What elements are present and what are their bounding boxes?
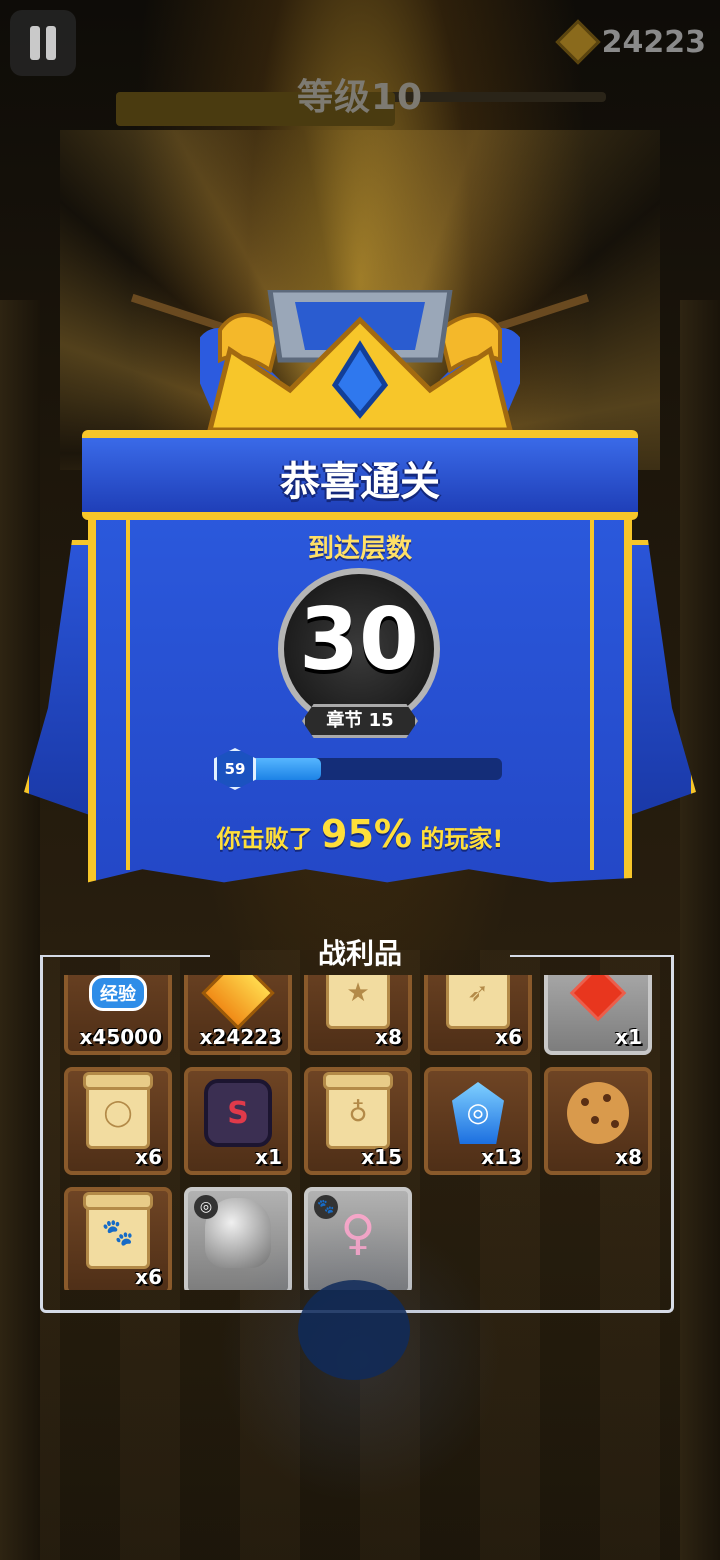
loot-item-count: x45000: [79, 1025, 162, 1049]
loot-item-bow-scroll[interactable]: ➶ x6: [424, 975, 532, 1055]
crown-icon: [200, 290, 520, 433]
loot-item-count: x1: [615, 1025, 642, 1049]
coin-value: 24223: [601, 24, 706, 60]
loot-item-count: x8: [615, 1145, 642, 1169]
loot-item-count: x8: [375, 1025, 402, 1049]
loot-item-book-scroll[interactable]: ★ x8: [304, 975, 412, 1055]
loot-item-ring-scroll[interactable]: ◯ x6: [64, 1067, 172, 1175]
level-label: 等级10: [296, 77, 424, 118]
ring-slot-icon: ◎: [194, 1195, 218, 1219]
loot-item-count: x6: [495, 1025, 522, 1049]
pause-button[interactable]: [10, 10, 76, 76]
chapter-label: 章节 15: [302, 704, 418, 738]
loot-item-archer-coin[interactable]: x24223: [184, 975, 292, 1055]
loot-item-xp-badge[interactable]: 经验 x45000: [64, 975, 172, 1055]
cookie-icon: [548, 1071, 648, 1155]
loot-item-count: x6: [135, 1265, 162, 1289]
loot-item-dark-rune[interactable]: Sx1: [184, 1067, 292, 1175]
loot-item-count: x1: [255, 1145, 282, 1169]
loot-item-amulet-scroll[interactable]: ♁ x15: [304, 1067, 412, 1175]
loot-item-count: x24223: [199, 1025, 282, 1049]
amulet-scroll-icon: ♁: [308, 1071, 408, 1155]
pet-scroll-icon: 🐾: [68, 1191, 168, 1275]
floor-reached-value: 30: [299, 590, 419, 690]
loot-item-count: x6: [135, 1145, 162, 1169]
ring-scroll-icon: ◯: [68, 1071, 168, 1155]
loot-item-count: x15: [361, 1145, 402, 1169]
joystick-knob[interactable]: [298, 1280, 410, 1380]
loot-item-count: x13: [481, 1145, 522, 1169]
loot-item-blue-crystal[interactable]: ◎ x13: [424, 1067, 532, 1175]
blue-crystal-icon: ◎: [428, 1071, 528, 1155]
loot-item-cookie[interactable]: x8: [544, 1067, 652, 1175]
beat-players-text: 你击败了 95% 的玩家!: [0, 812, 720, 856]
floor-reached-label: 到达层数: [307, 534, 412, 564]
coin-counter: 24223: [554, 19, 706, 65]
loot-item-red-gem[interactable]: x1: [544, 975, 652, 1055]
dark-rune-icon: S: [188, 1071, 288, 1155]
beat-prefix: 你击败了: [216, 825, 313, 853]
result-title: 恭喜通关: [280, 459, 440, 505]
beat-suffix: 的玩家!: [420, 825, 504, 853]
beat-percent: 95%: [321, 812, 412, 856]
loot-item-pet-scroll[interactable]: 🐾 x6: [64, 1187, 172, 1290]
coin-icon: [554, 19, 601, 65]
